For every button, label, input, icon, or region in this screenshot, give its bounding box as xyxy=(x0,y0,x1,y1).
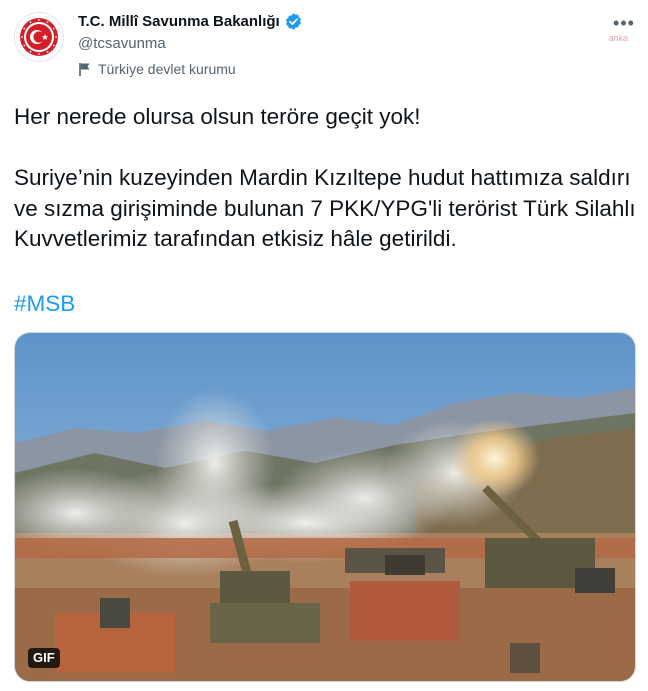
verified-badge-icon xyxy=(285,13,301,30)
gif-badge: GIF xyxy=(28,648,60,668)
hashtag-link[interactable]: #MSB xyxy=(14,289,75,319)
ministry-emblem-icon xyxy=(20,18,58,56)
username-handle[interactable]: @tcsavunma xyxy=(78,35,166,52)
tweet-text: Her nerede olursa olsun teröre geçit yok… xyxy=(14,104,636,251)
artillery-firing-image xyxy=(15,333,635,681)
watermark: anka xyxy=(608,33,628,43)
more-options-icon[interactable]: ••• xyxy=(612,12,636,34)
government-account-label: Türkiye devlet kurumu xyxy=(78,61,236,77)
tweet-media-gif[interactable] xyxy=(14,332,636,682)
author-name-row[interactable]: T.C. Millî Savunma Bakanlığı xyxy=(78,12,303,31)
avatar[interactable] xyxy=(14,12,64,62)
flag-icon xyxy=(79,62,90,76)
government-label-text: Türkiye devlet kurumu xyxy=(98,61,236,77)
display-name[interactable]: T.C. Millî Savunma Bakanlığı xyxy=(78,13,280,30)
